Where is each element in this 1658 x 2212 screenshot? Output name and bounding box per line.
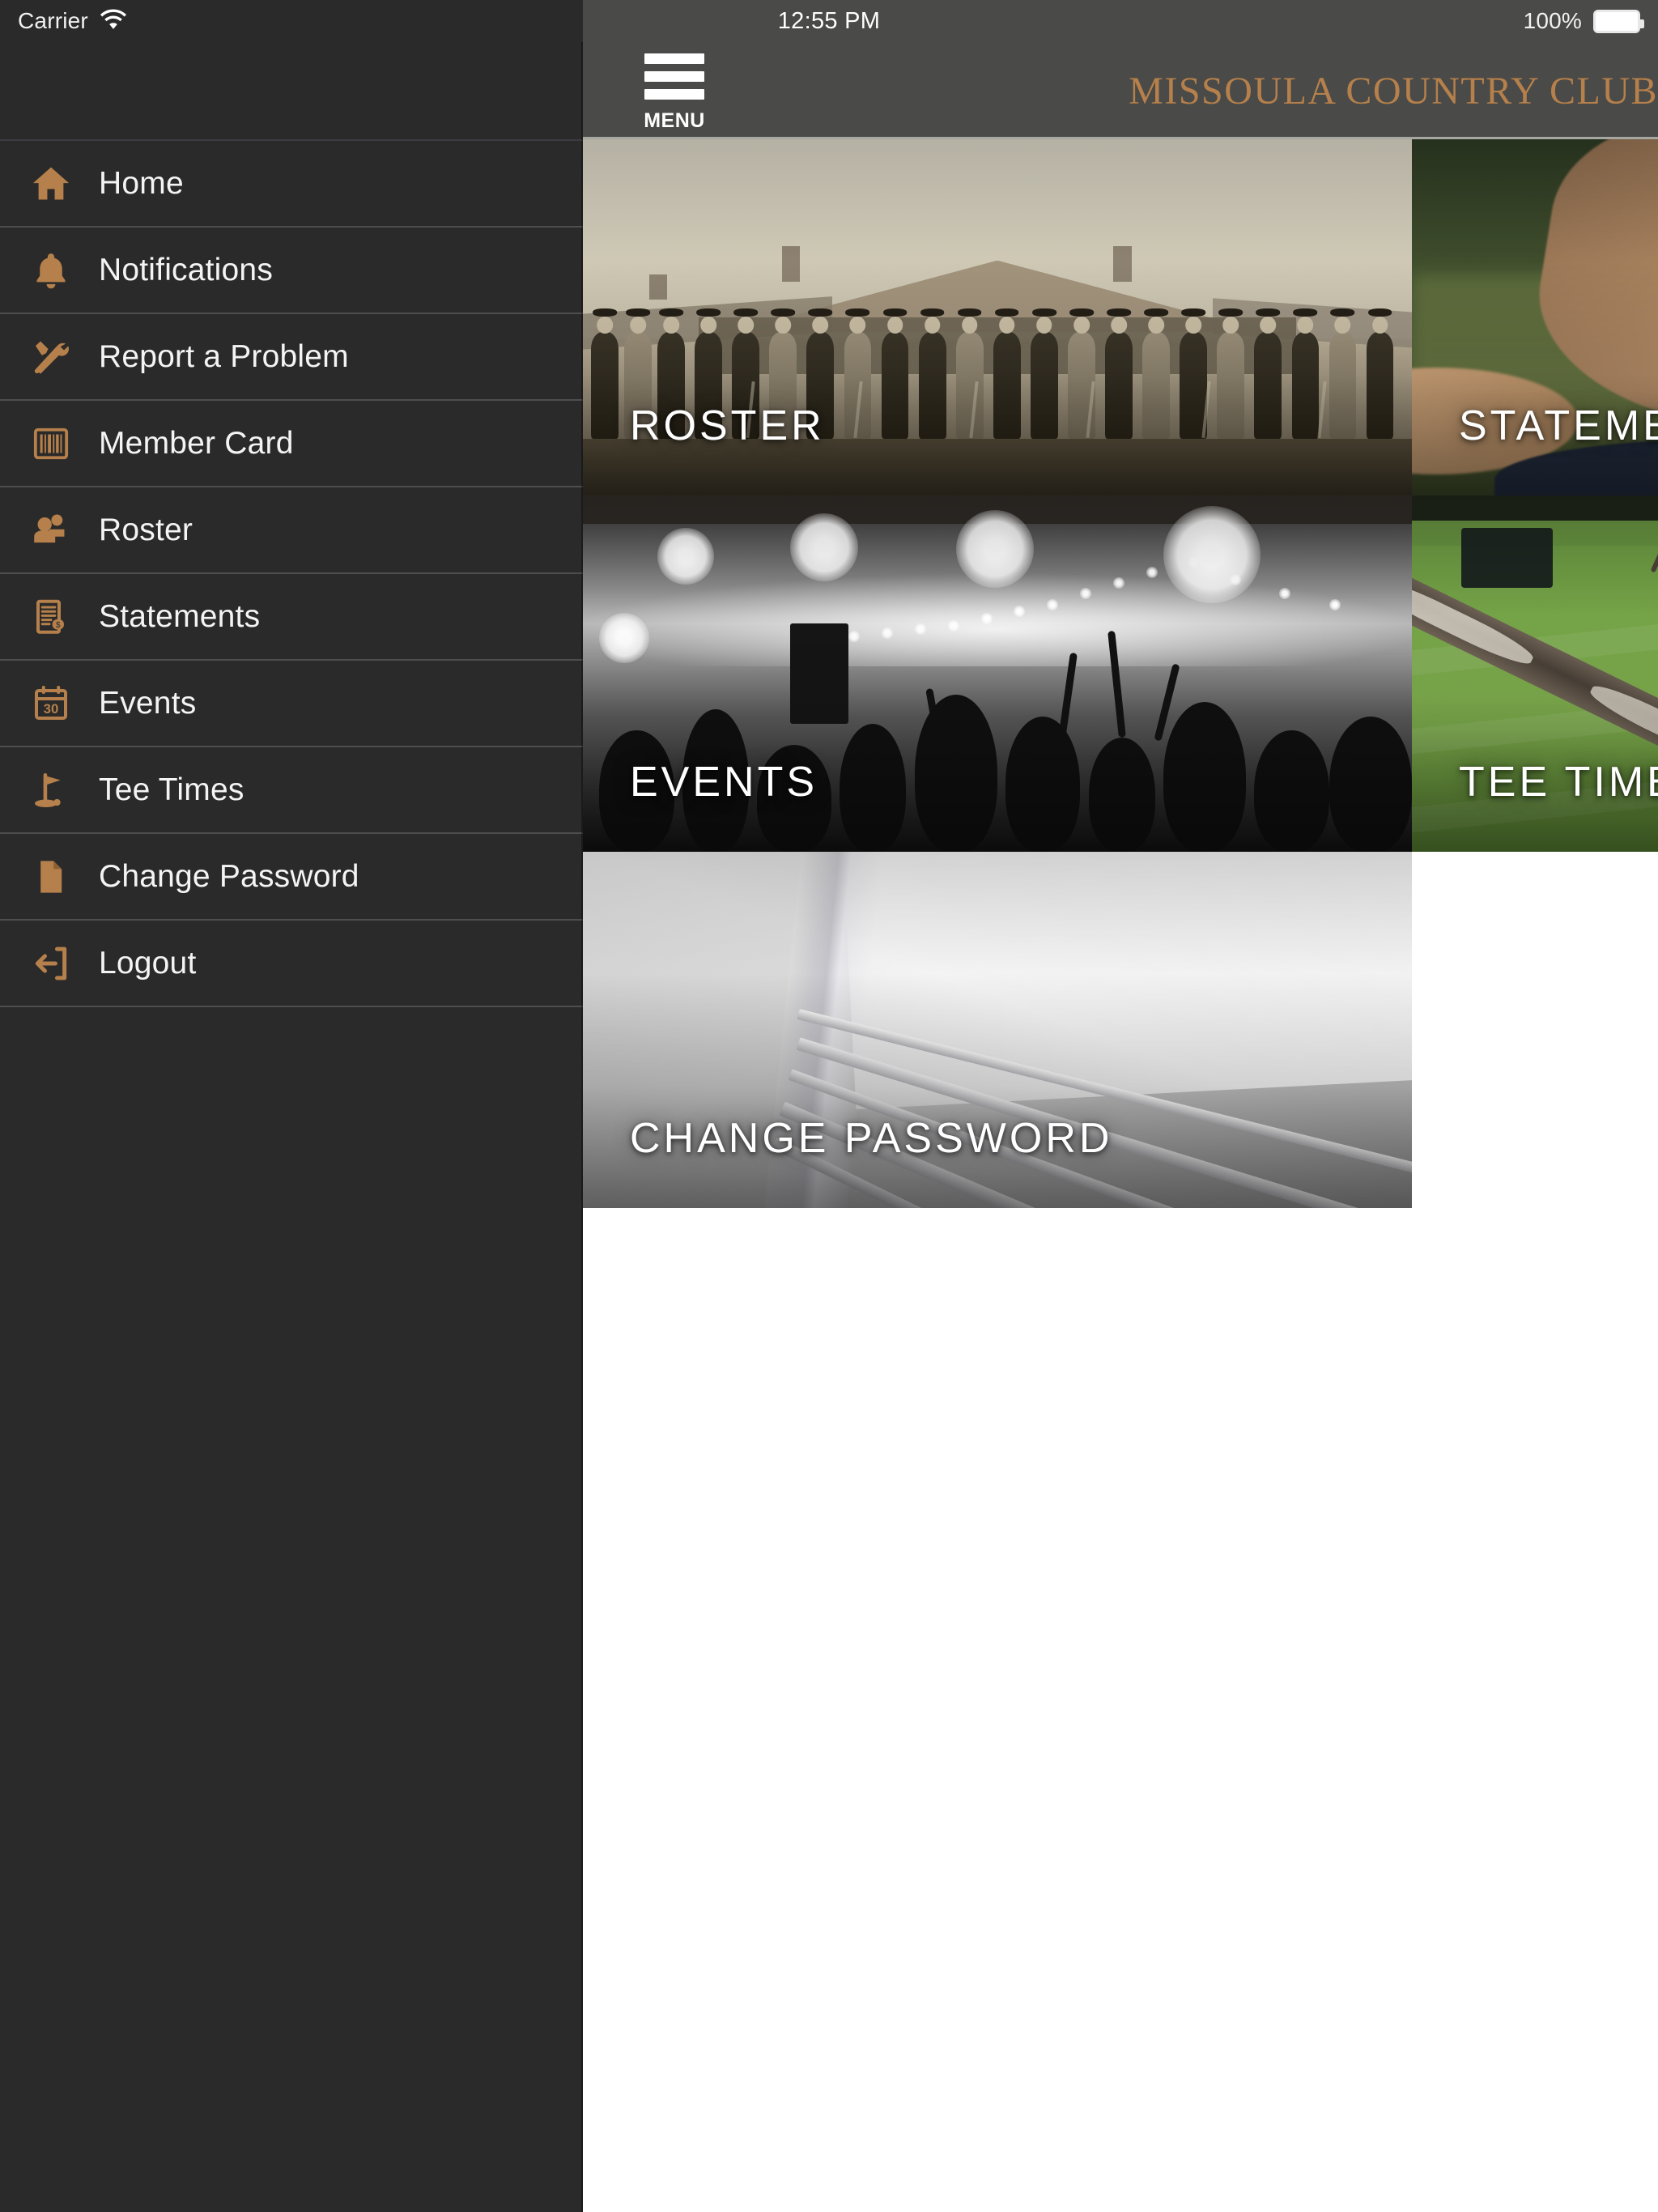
sidebar-item-home[interactable]: Home	[0, 141, 583, 228]
sidebar-item-member-card[interactable]: Member Card	[0, 401, 583, 487]
tile-events[interactable]: EVENTS	[583, 496, 1412, 852]
logout-arrow-icon	[21, 934, 81, 993]
sidebar-item-label-member-card: Member Card	[99, 425, 294, 461]
sidebar-item-events[interactable]: 30 Events	[0, 661, 583, 747]
barcode-icon	[21, 414, 81, 474]
drawer-menu-list: Home Notifications Report a Problem Memb…	[0, 141, 583, 1007]
tile-statements-label: STATEMENTS	[1459, 402, 1658, 449]
status-bar: Carrier 12:55 PM 100%	[0, 0, 1658, 42]
sidebar-item-label-logout: Logout	[99, 945, 197, 981]
header-divider	[583, 137, 1658, 139]
app-root: ROSTER STATEMENTS	[0, 0, 1658, 2212]
home-icon	[21, 154, 81, 214]
sidebar-item-statements[interactable]: $ Statements	[0, 574, 583, 661]
menu-button-label: MENU	[644, 109, 705, 132]
hamburger-menu-icon	[644, 53, 704, 64]
tile-tee-times-label: TEE TIMES	[1459, 759, 1658, 806]
side-drawer: Home Notifications Report a Problem Memb…	[0, 0, 583, 2212]
sidebar-item-label-roster: Roster	[99, 512, 193, 547]
document-icon	[21, 847, 81, 907]
sidebar-item-label-change-password: Change Password	[99, 858, 359, 894]
home-tile-grid: ROSTER STATEMENTS	[583, 139, 1658, 2212]
tile-statements[interactable]: STATEMENTS	[1412, 139, 1658, 496]
tile-events-label: EVENTS	[630, 759, 818, 806]
sidebar-item-label-tee-times: Tee Times	[99, 772, 244, 807]
app-header: MENU MISSOULA COUNTRY CLUB	[583, 42, 1658, 139]
battery-percent-label: 100%	[1523, 8, 1582, 33]
sidebar-item-label-events: Events	[99, 685, 197, 721]
sidebar-item-logout[interactable]: Logout	[0, 921, 583, 1007]
golf-flag-icon	[21, 760, 81, 820]
drawer-edge	[581, 0, 583, 2212]
invoice-dollar-icon: $	[21, 587, 81, 647]
hamburger-menu-icon-bar2	[644, 71, 704, 82]
battery-full-icon	[1593, 9, 1644, 33]
menu-button[interactable]: MENU	[630, 52, 719, 133]
tile-change-password-label: CHANGE PASSWORD	[630, 1115, 1113, 1162]
hamburger-menu-icon-bar3	[644, 89, 704, 100]
tools-icon	[21, 327, 81, 387]
sidebar-item-label-statements: Statements	[99, 598, 261, 634]
sidebar-item-report-a-problem[interactable]: Report a Problem	[0, 314, 583, 401]
sidebar-item-change-password[interactable]: Change Password	[0, 834, 583, 921]
people-icon	[21, 500, 81, 560]
svg-text:30: 30	[44, 701, 59, 717]
tile-roster[interactable]: ROSTER	[583, 139, 1412, 496]
sidebar-item-tee-times[interactable]: Tee Times	[0, 747, 583, 834]
sidebar-item-label-notifications: Notifications	[99, 252, 274, 287]
sidebar-item-label-report-a-problem: Report a Problem	[99, 338, 349, 374]
sidebar-item-roster[interactable]: Roster	[0, 487, 583, 574]
page-title: MISSOULA COUNTRY CLUB	[1129, 69, 1658, 113]
tile-change-password[interactable]: CHANGE PASSWORD	[583, 852, 1412, 1208]
svg-text:$: $	[56, 620, 61, 629]
sidebar-item-label-home: Home	[99, 165, 184, 201]
tile-tee-times[interactable]: TEE TIMES	[1412, 496, 1658, 852]
calendar-30-icon: 30	[21, 674, 81, 734]
sidebar-item-notifications[interactable]: Notifications	[0, 228, 583, 314]
bell-icon	[21, 240, 81, 300]
tile-roster-label: ROSTER	[630, 402, 825, 449]
status-bar-time: 12:55 PM	[777, 7, 881, 34]
